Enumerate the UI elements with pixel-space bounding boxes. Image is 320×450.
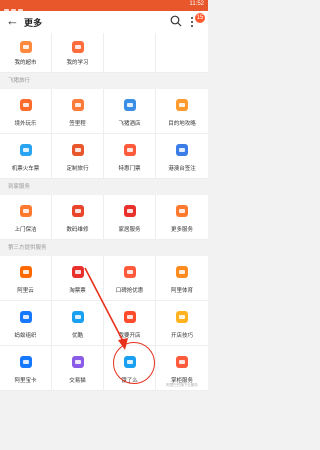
shopkeeper-icon (176, 356, 188, 368)
service-label: 机票火车票 (11, 166, 40, 172)
section-title: 第三方提供服务 (0, 240, 208, 256)
top-nav-bar: ← 更多 15 (0, 11, 208, 33)
service-item[interactable]: 签里程 (52, 89, 104, 134)
service-item[interactable]: 口碑抢优惠 (104, 256, 156, 301)
service-item[interactable]: 定制旅行 (52, 134, 104, 179)
service-label: 蚂蚁组织 (14, 333, 37, 339)
service-label: 目的地攻略 (168, 121, 196, 127)
supermarket-icon (19, 41, 32, 53)
service-label: 口碑抢优惠 (115, 288, 144, 294)
ant-icon (19, 311, 32, 323)
section-title: 飞猪旅行 (0, 73, 208, 89)
plane-icon (19, 144, 32, 156)
status-time: 11:52 (189, 1, 204, 7)
service-label: 阿里云 (17, 288, 34, 294)
destination-icon (176, 99, 188, 111)
custom-travel-icon (71, 144, 84, 156)
service-label: 我的超市 (14, 60, 37, 66)
service-label: 更多服务 (170, 227, 193, 233)
open-store-icon (123, 311, 136, 323)
service-grid: 阿里云 淘票票 口碑抢优惠 阿里体育 蚂蚁组织 优酷 我要开店 开店技巧 阿里宝卡 交易猫 饿了么掌… (0, 256, 208, 391)
jiaoyimao-icon (71, 356, 84, 368)
cleaning-icon (19, 205, 32, 217)
service-label: 飞猪酒店 (118, 121, 141, 127)
service-item[interactable]: 掌柜服务 阿里巴巴旗下云服务 (156, 346, 208, 391)
service-item[interactable]: 数码维修 (52, 195, 104, 240)
service-item[interactable]: 阿里云 (0, 256, 52, 301)
empty-cell (104, 33, 156, 73)
service-grid: 我的超市 我的学习 (0, 33, 208, 73)
service-item[interactable]: 蚂蚁组织 (0, 301, 52, 346)
overseas-icon (19, 99, 32, 111)
service-label: 我的学习 (66, 60, 89, 66)
koubei-icon (123, 266, 136, 278)
notification-badge: 15 (195, 13, 205, 23)
service-item[interactable]: 上门保洁 (0, 195, 52, 240)
service-label: 家居服务 (118, 227, 141, 233)
service-item[interactable]: 境外玩乐 (0, 89, 52, 134)
empty-cell (156, 33, 208, 73)
service-label: 阿里宝卡 (14, 378, 37, 384)
aliyun-icon (19, 266, 32, 278)
alisports-icon (176, 266, 188, 278)
service-grid: 境外玩乐 签里程 飞猪酒店 目的地攻略机票火车票 定制旅行 特惠门票 港澳台签注 (0, 89, 208, 179)
page-title: 更多 (24, 18, 43, 28)
service-list: 我的超市 我的学习飞猪旅行境外玩乐 签里程 飞猪酒店 目的地攻略机票火车票 定制旅行 特惠门… (0, 33, 208, 391)
service-item[interactable]: 特惠门票 (104, 134, 156, 179)
service-item[interactable]: 阿里体育 (156, 256, 208, 301)
service-item[interactable]: 我的超市 (0, 33, 52, 73)
service-sublabel: 阿里巴巴旗下云服务 (166, 383, 198, 387)
service-item[interactable]: 更多服务 (156, 195, 208, 240)
status-icons (4, 1, 28, 14)
alibaoka-icon (19, 356, 32, 368)
service-label: 签里程 (69, 121, 86, 127)
service-label: 我要开店 (118, 333, 141, 339)
back-arrow-icon[interactable]: ← (6, 14, 19, 28)
search-icon[interactable] (170, 15, 182, 27)
more-service-icon (176, 205, 188, 217)
service-label: 定制旅行 (66, 166, 89, 172)
service-item[interactable]: 开店技巧 (156, 301, 208, 346)
service-label: 阿里体育 (170, 288, 193, 294)
service-item[interactable]: 阿里宝卡 (0, 346, 52, 391)
service-item[interactable]: 我的学习 (52, 33, 104, 73)
service-item[interactable]: 交易猫 (52, 346, 104, 391)
service-item[interactable]: 机票火车票 (0, 134, 52, 179)
mileage-icon (71, 99, 84, 111)
service-item[interactable]: 淘票票 (52, 256, 104, 301)
service-label: 优酷 (71, 333, 83, 339)
service-item[interactable]: 目的地攻略 (156, 89, 208, 134)
service-item[interactable]: 优酷 (52, 301, 104, 346)
service-label: 境外玩乐 (14, 121, 37, 127)
service-label: 数码维修 (66, 227, 89, 233)
youku-icon (71, 311, 84, 323)
service-label: 特惠门票 (118, 166, 141, 172)
repair-icon (71, 205, 84, 217)
service-label: 上门保洁 (14, 227, 37, 233)
visa-icon (176, 144, 188, 156)
study-icon (71, 41, 84, 53)
service-item[interactable]: 家居服务 (104, 195, 156, 240)
service-item[interactable]: 我要开店 (104, 301, 156, 346)
service-item[interactable]: 港澳台签注 (156, 134, 208, 179)
service-label: 淘票票 (69, 288, 86, 294)
status-bar: 11:52 (0, 0, 208, 14)
section-title: 到家服务 (0, 179, 208, 195)
ticket-icon (123, 144, 136, 156)
service-grid: 上门保洁 数码维修 家居服务 更多服务 (0, 195, 208, 240)
hotel-icon (123, 99, 136, 111)
annotation-circle (113, 342, 155, 384)
home-service-icon (123, 205, 136, 217)
service-label: 开店技巧 (170, 333, 193, 339)
store-tips-icon (176, 311, 188, 323)
taopiaopiao-icon (71, 266, 84, 278)
service-item[interactable]: 飞猪酒店 (104, 89, 156, 134)
service-label: 港澳台签注 (168, 166, 196, 172)
service-label: 交易猫 (69, 378, 86, 384)
